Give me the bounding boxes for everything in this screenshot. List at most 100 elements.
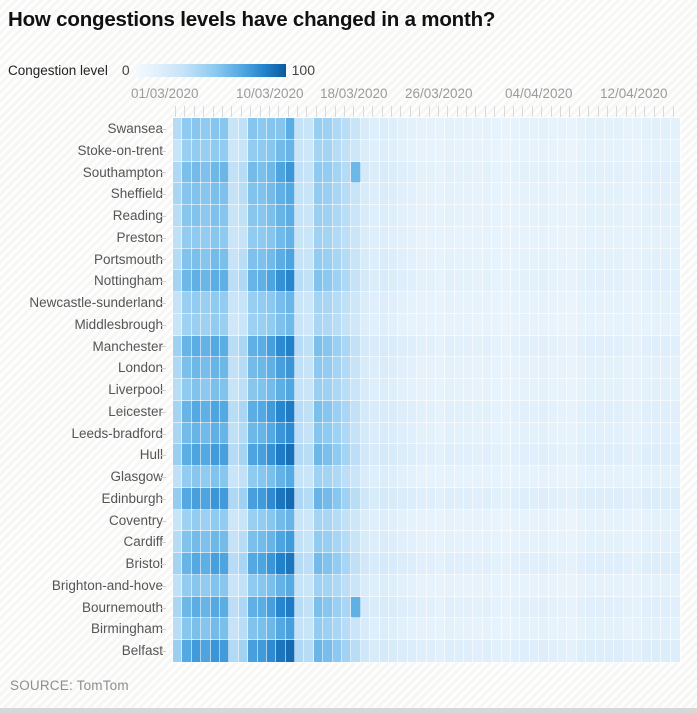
heatmap-cell[interactable] (500, 269, 512, 293)
heatmap-cell[interactable] (219, 160, 230, 184)
heatmap-cell[interactable] (200, 552, 212, 576)
heatmap-cell[interactable] (632, 139, 644, 163)
heatmap-cell[interactable] (482, 182, 493, 206)
heatmap-cell[interactable] (360, 552, 371, 576)
heatmap-cell[interactable] (331, 247, 343, 271)
heatmap-cell[interactable] (576, 313, 587, 337)
heatmap-cell[interactable] (266, 117, 277, 141)
heatmap-cell[interactable] (435, 421, 446, 445)
heatmap-cell[interactable] (454, 595, 465, 619)
heatmap-cell[interactable] (472, 400, 484, 424)
heatmap-cell[interactable] (435, 530, 446, 554)
heatmap-cell[interactable] (378, 204, 390, 228)
heatmap-cell[interactable] (435, 291, 446, 315)
heatmap-cell[interactable] (585, 139, 597, 163)
heatmap-cell[interactable] (510, 508, 521, 532)
heatmap-cell[interactable] (172, 247, 183, 271)
heatmap-cell[interactable] (566, 487, 578, 511)
heatmap-cell[interactable] (557, 204, 568, 228)
heatmap-cell[interactable] (651, 226, 662, 250)
heatmap-cell[interactable] (641, 226, 653, 250)
heatmap-cell[interactable] (416, 247, 428, 271)
heatmap-cell[interactable] (266, 269, 277, 293)
heatmap-cell[interactable] (247, 182, 259, 206)
heatmap-cell[interactable] (388, 139, 399, 163)
heatmap-cell[interactable] (181, 334, 193, 358)
heatmap-cell[interactable] (632, 421, 644, 445)
heatmap-cell[interactable] (285, 334, 296, 358)
heatmap-cell[interactable] (219, 639, 230, 663)
heatmap-cell[interactable] (266, 508, 277, 532)
heatmap-cell[interactable] (209, 552, 221, 576)
heatmap-cell[interactable] (660, 139, 672, 163)
heatmap-cell[interactable] (491, 313, 503, 337)
heatmap-cell[interactable] (576, 356, 587, 380)
heatmap-cell[interactable] (275, 421, 287, 445)
heatmap-cell[interactable] (491, 639, 503, 663)
heatmap-cell[interactable] (651, 487, 662, 511)
heatmap-cell[interactable] (660, 552, 672, 576)
heatmap-cell[interactable] (594, 617, 606, 641)
heatmap-cell[interactable] (519, 291, 531, 315)
heatmap-cell[interactable] (350, 247, 362, 271)
heatmap-cell[interactable] (585, 443, 597, 467)
heatmap-cell[interactable] (482, 204, 493, 228)
heatmap-cell[interactable] (538, 465, 550, 489)
heatmap-cell[interactable] (529, 487, 540, 511)
heatmap-cell[interactable] (191, 313, 202, 337)
heatmap-cell[interactable] (651, 595, 662, 619)
heatmap-cell[interactable] (247, 508, 259, 532)
heatmap-cell[interactable] (331, 334, 343, 358)
heatmap-cell[interactable] (360, 443, 371, 467)
heatmap-cell[interactable] (294, 313, 306, 337)
heatmap-cell[interactable] (294, 247, 306, 271)
heatmap-cell[interactable] (444, 334, 456, 358)
heatmap-cell[interactable] (378, 139, 390, 163)
heatmap-cell[interactable] (594, 378, 606, 402)
heatmap-cell[interactable] (425, 226, 437, 250)
heatmap-cell[interactable] (303, 269, 315, 293)
heatmap-cell[interactable] (228, 552, 240, 576)
heatmap-cell[interactable] (285, 160, 296, 184)
heatmap-cell[interactable] (416, 508, 428, 532)
heatmap-cell[interactable] (519, 182, 531, 206)
heatmap-cell[interactable] (604, 247, 615, 271)
heatmap-cell[interactable] (341, 595, 352, 619)
heatmap-cell[interactable] (388, 487, 399, 511)
heatmap-cell[interactable] (238, 117, 249, 141)
heatmap-cell[interactable] (369, 117, 381, 141)
heatmap-cell[interactable] (500, 204, 512, 228)
heatmap-cell[interactable] (228, 247, 240, 271)
heatmap-cell[interactable] (651, 465, 662, 489)
heatmap-cell[interactable] (444, 617, 456, 641)
heatmap-cell[interactable] (613, 291, 625, 315)
heatmap-cell[interactable] (660, 313, 672, 337)
heatmap-cell[interactable] (435, 356, 446, 380)
heatmap-cell[interactable] (181, 313, 193, 337)
heatmap-cell[interactable] (660, 247, 672, 271)
heatmap-cell[interactable] (303, 378, 315, 402)
heatmap-cell[interactable] (491, 226, 503, 250)
heatmap-cell[interactable] (632, 617, 644, 641)
heatmap-cell[interactable] (425, 487, 437, 511)
heatmap-cell[interactable] (407, 356, 418, 380)
heatmap-cell[interactable] (331, 617, 343, 641)
heatmap-cell[interactable] (594, 313, 606, 337)
heatmap-cell[interactable] (322, 334, 334, 358)
heatmap-cell[interactable] (397, 421, 409, 445)
heatmap-cell[interactable] (266, 552, 277, 576)
heatmap-cell[interactable] (491, 356, 503, 380)
heatmap-cell[interactable] (331, 639, 343, 663)
heatmap-cell[interactable] (576, 552, 587, 576)
heatmap-cell[interactable] (585, 617, 597, 641)
heatmap-cell[interactable] (491, 117, 503, 141)
heatmap-cell[interactable] (397, 182, 409, 206)
heatmap-cell[interactable] (303, 639, 315, 663)
heatmap-cell[interactable] (425, 574, 437, 598)
heatmap-cell[interactable] (454, 530, 465, 554)
heatmap-cell[interactable] (566, 356, 578, 380)
heatmap-cell[interactable] (651, 247, 662, 271)
heatmap-cell[interactable] (604, 378, 615, 402)
heatmap-cell[interactable] (604, 465, 615, 489)
heatmap-cell[interactable] (623, 247, 634, 271)
